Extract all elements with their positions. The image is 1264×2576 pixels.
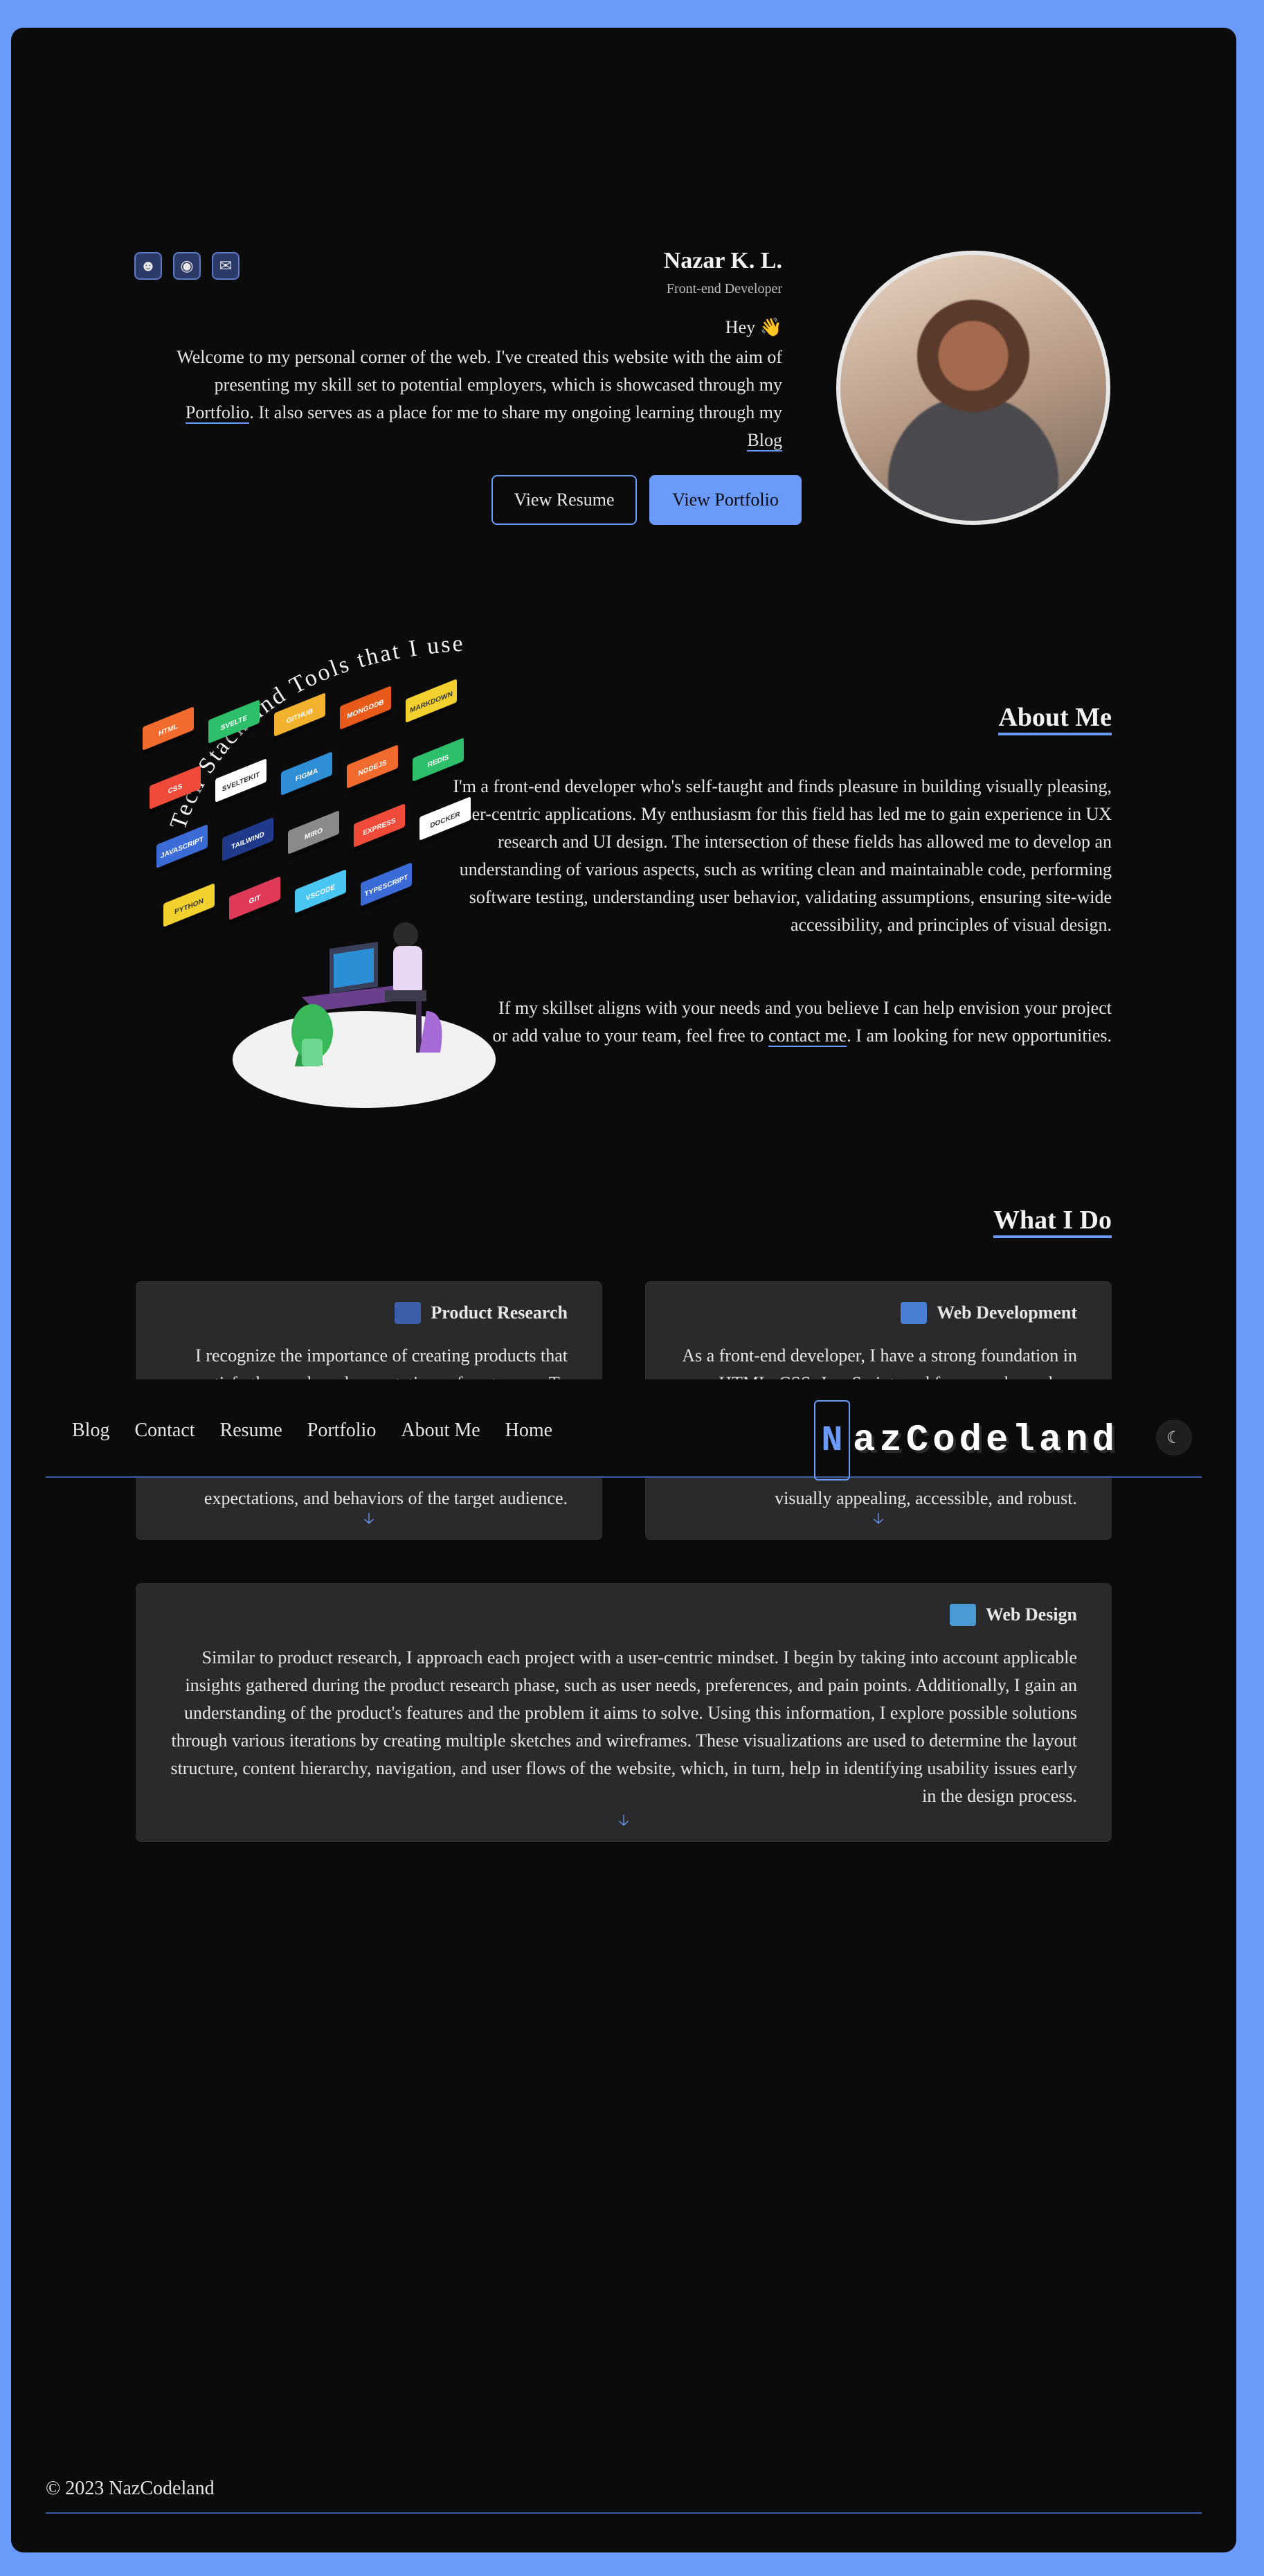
nav-link-blog[interactable]: Blog — [60, 1420, 122, 1442]
hero-intro-text-2: . It also serves as a place for me to sh… — [249, 402, 782, 422]
tech-tag: MONGODB — [340, 686, 391, 735]
nav-link-contact[interactable]: Contact — [122, 1420, 207, 1442]
theme-toggle-moon-icon[interactable]: ☾ — [1156, 1420, 1192, 1456]
brand-initial: N — [814, 1400, 850, 1481]
about-paragraph-1: I'm a front-end developer who's self-tau… — [453, 776, 1112, 935]
view-portfolio-button[interactable]: View Portfolio — [649, 475, 802, 525]
tech-tag: REDIS — [413, 738, 464, 787]
nav-link-portfolio[interactable]: Portfolio — [295, 1420, 389, 1442]
tech-tag: EXPRESS — [354, 804, 405, 853]
hero-intro-text: Welcome to my personal corner of the web… — [177, 347, 782, 395]
tech-tag: SVELTEKIT — [215, 759, 267, 808]
expand-arrow-icon[interactable]: 🡣 — [618, 1809, 629, 1835]
footer-divider — [46, 2512, 1202, 2514]
hero-role: Front-end Developer — [666, 281, 782, 296]
card-product-research-title: Product Research — [395, 1302, 568, 1324]
tech-tag: MARKDOWN — [406, 679, 457, 728]
card-body-text-end: visually appealing, accessible, and robu… — [775, 1488, 1077, 1508]
contact-me-link[interactable]: contact me — [768, 1026, 847, 1047]
about-heading: About Me — [998, 702, 1112, 735]
about-p2-text-2: . I am looking for new opportunities. — [847, 1026, 1112, 1046]
tech-tag: TAILWIND — [222, 818, 273, 867]
nav-link-resume[interactable]: Resume — [208, 1420, 295, 1442]
about-paragraph-2: If my skillset aligns with your needs an… — [489, 994, 1112, 1050]
brand-text: azCodeland — [853, 1419, 1119, 1462]
card-title-text: Web Design — [985, 1604, 1077, 1625]
nav-links: Blog Contact Resume Portfolio About Me H… — [60, 1420, 565, 1442]
card-web-design-body: Similar to product research, I approach … — [170, 1647, 1077, 1806]
discord-icon[interactable]: ◉ — [173, 252, 201, 280]
nav-link-about-me[interactable]: About Me — [388, 1420, 492, 1442]
profile-photo — [836, 251, 1110, 525]
card-title-text: Web Development — [937, 1303, 1077, 1323]
mail-icon[interactable]: ✉ — [212, 252, 240, 280]
what-i-do-heading: What I Do — [993, 1205, 1112, 1238]
tech-tag: NODEJS — [347, 745, 398, 794]
tech-tag: MIRO — [288, 811, 339, 860]
tech-tag: GIT — [229, 877, 280, 926]
expand-arrow-icon[interactable]: 🡣 — [873, 1507, 884, 1533]
tech-stack-illustration: Tech Stack and Tools that I use HTMLCSSJ… — [143, 631, 496, 1108]
tech-tag: VSCODE — [295, 870, 346, 919]
card-title-text: Product Research — [431, 1303, 568, 1323]
footer-copyright: © 2023 NazCodeland — [46, 2478, 215, 2499]
card-body-text-end: expectations, and behaviors of the targe… — [204, 1488, 568, 1508]
page-frame: ✉ ◉ ☻ Nazar K. L. Front-end Developer He… — [11, 28, 1236, 2552]
hero-name: Nazar K. L. — [663, 248, 782, 274]
design-icon — [949, 1604, 976, 1626]
view-resume-button[interactable]: View Resume — [491, 475, 637, 525]
brand-logo[interactable]: N azCodeland — [814, 1400, 1119, 1481]
card-web-development-title: Web Development — [901, 1302, 1077, 1324]
monitor-icon — [901, 1302, 928, 1324]
hero-intro: Welcome to my personal corner of the web… — [159, 343, 782, 454]
portfolio-link[interactable]: Portfolio — [185, 402, 250, 424]
hero-greeting: Hey 👋 — [725, 317, 782, 337]
tech-tag: TYPESCRIPT — [361, 863, 412, 912]
nav-link-home[interactable]: Home — [493, 1420, 565, 1442]
tech-tag: HTML — [143, 707, 194, 756]
tech-tag: DOCKER — [419, 797, 471, 846]
expand-arrow-icon[interactable]: 🡣 — [363, 1507, 374, 1533]
floor-ellipse — [233, 1011, 496, 1108]
tech-tag: JAVASCRIPT — [156, 825, 208, 874]
tech-tag: PYTHON — [163, 884, 215, 933]
blog-link[interactable]: Blog — [747, 430, 782, 451]
card-web-design[interactable]: Web Design Similar to product research, … — [136, 1583, 1112, 1842]
card-web-design-title: Web Design — [949, 1604, 1077, 1626]
magnifier-icon — [395, 1302, 422, 1324]
tech-tag: FIGMA — [281, 752, 332, 801]
github-icon[interactable]: ☻ — [134, 252, 162, 280]
